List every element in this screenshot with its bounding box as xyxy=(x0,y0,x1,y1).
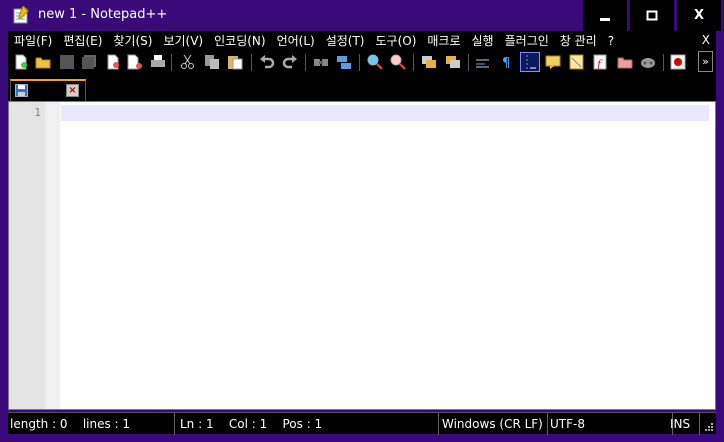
sync-horizontal-icon[interactable] xyxy=(445,54,461,70)
close-window-button[interactable]: X xyxy=(677,0,721,31)
print-icon[interactable] xyxy=(150,54,166,70)
editor-area[interactable]: 1 xyxy=(8,101,716,410)
redo-icon[interactable] xyxy=(282,54,298,70)
close-icon: X xyxy=(693,8,705,23)
vertical-scrollbar[interactable] xyxy=(710,102,715,409)
monitoring-icon[interactable] xyxy=(640,54,656,70)
menu-language[interactable]: 언어(L) xyxy=(277,32,315,49)
paste-icon[interactable] xyxy=(227,54,243,70)
save-icon[interactable] xyxy=(59,54,75,70)
indent-guide-icon[interactable] xyxy=(520,52,540,72)
udl-icon[interactable] xyxy=(545,54,561,70)
tab-new-1[interactable]: × xyxy=(10,79,86,101)
status-eol[interactable]: Windows (CR LF) xyxy=(439,413,548,435)
menu-window[interactable]: 창 관리 xyxy=(560,32,597,49)
menu-help[interactable]: ? xyxy=(608,34,614,48)
menu-tools[interactable]: 도구(O) xyxy=(376,32,417,49)
folder-workspace-icon[interactable] xyxy=(617,54,633,70)
cut-icon[interactable] xyxy=(180,54,196,70)
unsaved-file-icon xyxy=(15,84,28,97)
menu-edit[interactable]: 편집(E) xyxy=(63,32,102,49)
menu-encoding[interactable]: 인코딩(N) xyxy=(214,32,265,49)
toolbar-separator xyxy=(468,54,469,71)
tab-bar: × xyxy=(8,75,716,101)
record-macro-icon[interactable] xyxy=(670,54,686,70)
toolbar-separator xyxy=(359,54,360,71)
open-file-icon[interactable] xyxy=(35,54,51,70)
toolbar-separator xyxy=(413,54,414,71)
save-all-icon[interactable] xyxy=(81,54,97,70)
close-all-icon[interactable] xyxy=(127,54,143,70)
minimize-button[interactable] xyxy=(583,0,627,31)
copy-icon[interactable] xyxy=(204,54,220,70)
toolbar-separator xyxy=(663,54,664,71)
menu-run[interactable]: 실행 xyxy=(472,32,494,49)
maximize-icon xyxy=(646,10,658,20)
word-wrap-icon[interactable] xyxy=(475,54,491,70)
menu-search[interactable]: 찾기(S) xyxy=(113,32,152,49)
close-file-icon[interactable] xyxy=(105,54,121,70)
show-all-chars-icon[interactable]: ¶ xyxy=(498,54,514,70)
status-encoding[interactable]: UTF-8 xyxy=(548,413,673,435)
menu-view[interactable]: 보기(V) xyxy=(163,32,203,49)
svg-text:¶: ¶ xyxy=(502,56,510,70)
toolbar-overflow-button[interactable]: » xyxy=(698,51,713,72)
line-number-gutter: 1 xyxy=(9,102,45,409)
current-line-highlight xyxy=(61,105,709,121)
toolbar-separator xyxy=(251,54,252,71)
resize-grip-icon[interactable] xyxy=(704,422,714,432)
fold-margin[interactable] xyxy=(45,102,60,409)
menu-bar: 파일(F) 편집(E) 찾기(S) 보기(V) 인코딩(N) 언어(L) 설정(… xyxy=(8,31,716,50)
undo-icon[interactable] xyxy=(259,54,275,70)
toolbar-separator xyxy=(305,54,306,71)
status-insert-mode[interactable]: INS xyxy=(668,413,700,435)
sync-vertical-icon[interactable] xyxy=(421,54,437,70)
menu-settings[interactable]: 설정(T) xyxy=(326,32,365,49)
close-document-button[interactable]: X xyxy=(702,33,710,47)
new-file-icon[interactable] xyxy=(13,54,29,70)
title-bar[interactable]: new 1 - Notepad++ X xyxy=(0,0,724,31)
function-list-icon[interactable]: f xyxy=(593,54,609,70)
zoom-in-icon[interactable] xyxy=(367,54,383,70)
status-bar: length : 0 lines : 1 Ln : 1 Col : 1 Pos … xyxy=(8,412,716,435)
menu-macro[interactable]: 매크로 xyxy=(427,32,460,49)
notepad-app-icon xyxy=(13,6,29,24)
minimize-icon xyxy=(600,17,610,21)
toolbar: ¶ f » xyxy=(8,50,716,75)
status-position: Ln : 1 Col : 1 Pos : 1 xyxy=(177,413,439,435)
status-length: length : 0 lines : 1 xyxy=(8,413,175,435)
menu-file[interactable]: 파일(F) xyxy=(14,32,52,49)
line-number: 1 xyxy=(34,106,41,119)
notepad-window: new 1 - Notepad++ X 파일(F) 편집(E) 찾기(S) 보기… xyxy=(0,0,724,442)
toolbar-separator xyxy=(171,54,172,71)
menu-plugins[interactable]: 플러그인 xyxy=(505,32,549,49)
maximize-button[interactable] xyxy=(630,0,674,31)
tab-close-button[interactable]: × xyxy=(66,84,79,97)
zoom-out-icon[interactable] xyxy=(390,54,406,70)
window-title: new 1 - Notepad++ xyxy=(38,7,168,22)
doc-map-icon[interactable] xyxy=(569,54,585,70)
find-icon[interactable] xyxy=(313,54,329,70)
replace-icon[interactable] xyxy=(336,54,352,70)
